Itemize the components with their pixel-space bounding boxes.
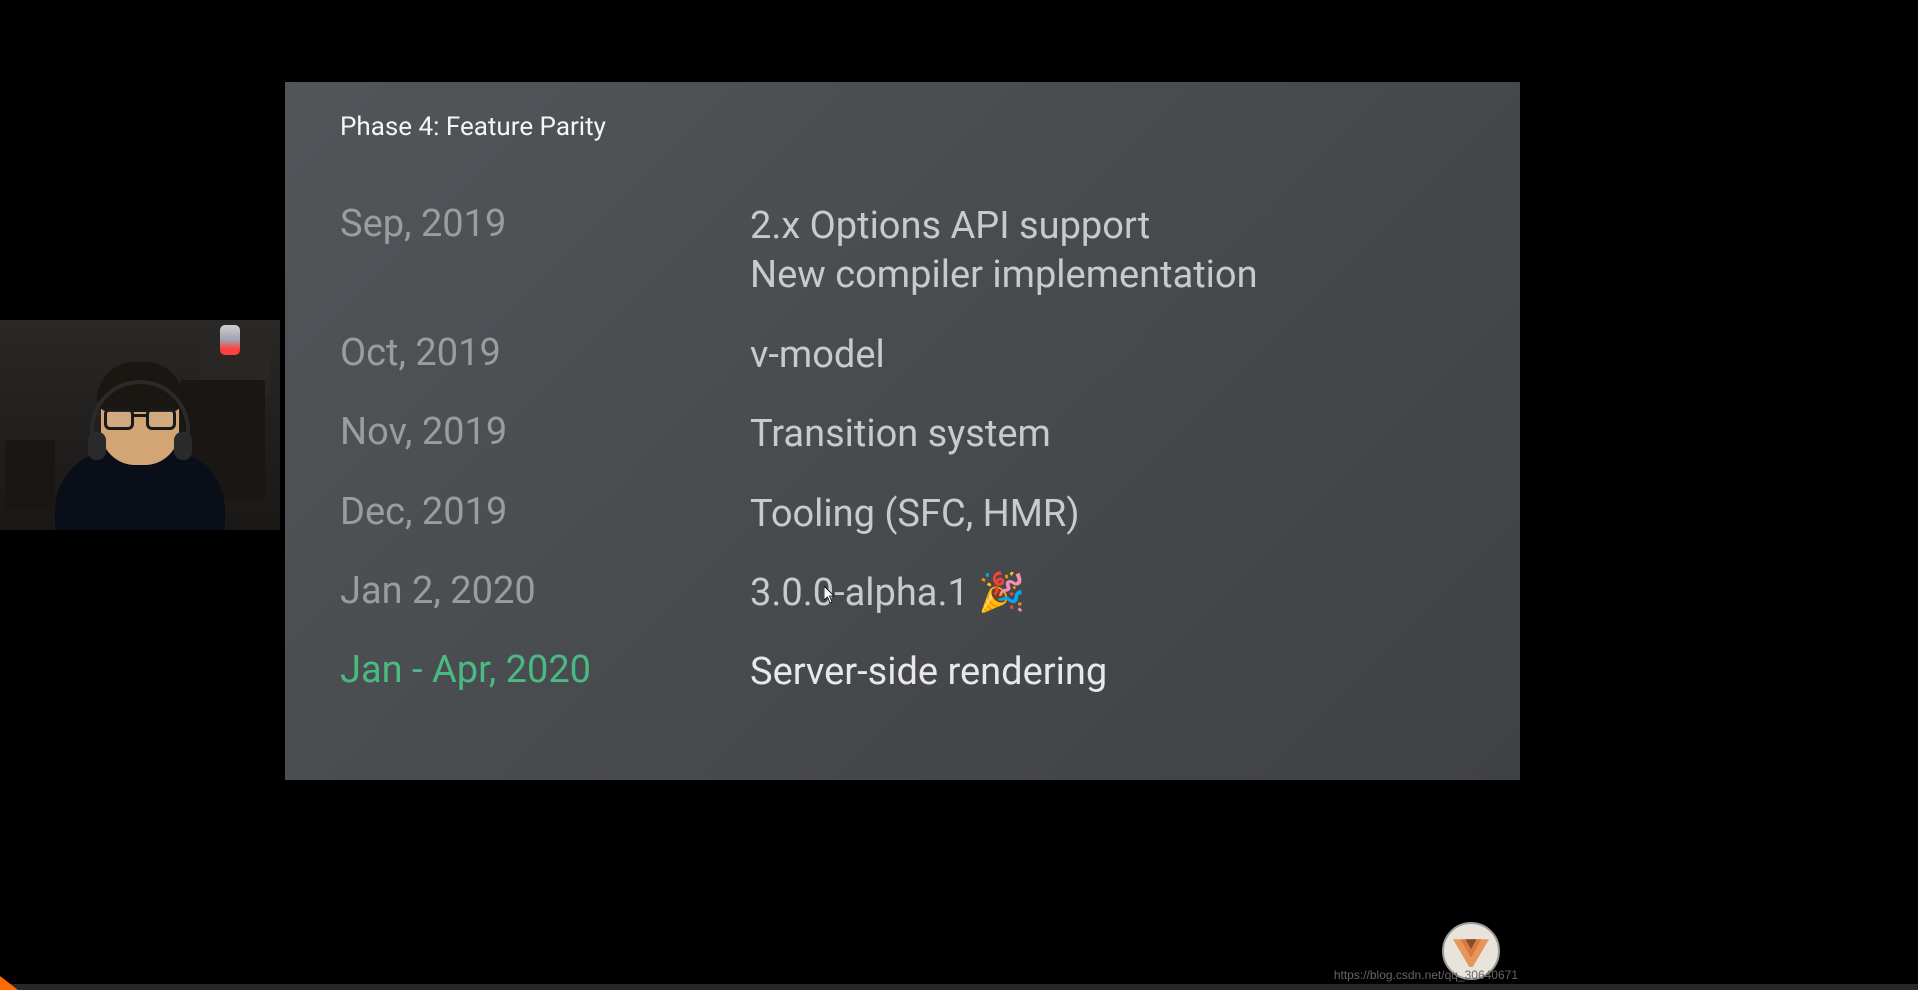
- timeline-date: Oct, 2019: [340, 331, 750, 375]
- slide-top-bar: [285, 45, 1520, 82]
- corner-accent: [0, 976, 18, 990]
- background-shelf: [5, 440, 55, 510]
- timeline-date: Dec, 2019: [340, 490, 750, 534]
- bottom-bar: [0, 984, 1918, 990]
- timeline-row: Jan - Apr, 2020Server-side rendering: [340, 648, 1465, 697]
- timeline-row: Oct, 2019v-model: [340, 331, 1465, 380]
- webcam-feed: [0, 320, 280, 530]
- timeline-row: Jan 2, 20203.0.0-alpha.1 🎉: [340, 569, 1465, 618]
- timeline-row: Dec, 2019Tooling (SFC, HMR): [340, 490, 1465, 539]
- timeline-date: Nov, 2019: [340, 410, 750, 454]
- slide-title: Phase 4: Feature Parity: [340, 112, 1465, 142]
- slide-body: Phase 4: Feature Parity Sep, 20192.x Opt…: [285, 82, 1520, 758]
- timeline-description: Transition system: [750, 410, 1051, 459]
- timeline-row: Sep, 20192.x Options API supportNew comp…: [340, 202, 1465, 301]
- timeline-date: Jan 2, 2020: [340, 569, 750, 613]
- timeline-description: Tooling (SFC, HMR): [750, 490, 1080, 539]
- timeline-description: 2.x Options API supportNew compiler impl…: [750, 202, 1258, 301]
- timeline-date: Jan - Apr, 2020: [340, 648, 750, 692]
- presenter-silhouette: [50, 370, 230, 530]
- timeline-description: 3.0.0-alpha.1 🎉: [750, 569, 1026, 618]
- timeline-description: v-model: [750, 331, 885, 380]
- presentation-slide: Phase 4: Feature Parity Sep, 20192.x Opt…: [285, 45, 1520, 780]
- watermark-text: https://blog.csdn.net/qq_30640671: [1334, 968, 1518, 982]
- presenter-webcam: [0, 320, 280, 530]
- timeline-description: Server-side rendering: [750, 648, 1107, 697]
- timeline-row: Nov, 2019Transition system: [340, 410, 1465, 459]
- background-figure: [220, 325, 240, 355]
- timeline-date: Sep, 2019: [340, 202, 750, 246]
- timeline-list: Sep, 20192.x Options API supportNew comp…: [340, 202, 1465, 698]
